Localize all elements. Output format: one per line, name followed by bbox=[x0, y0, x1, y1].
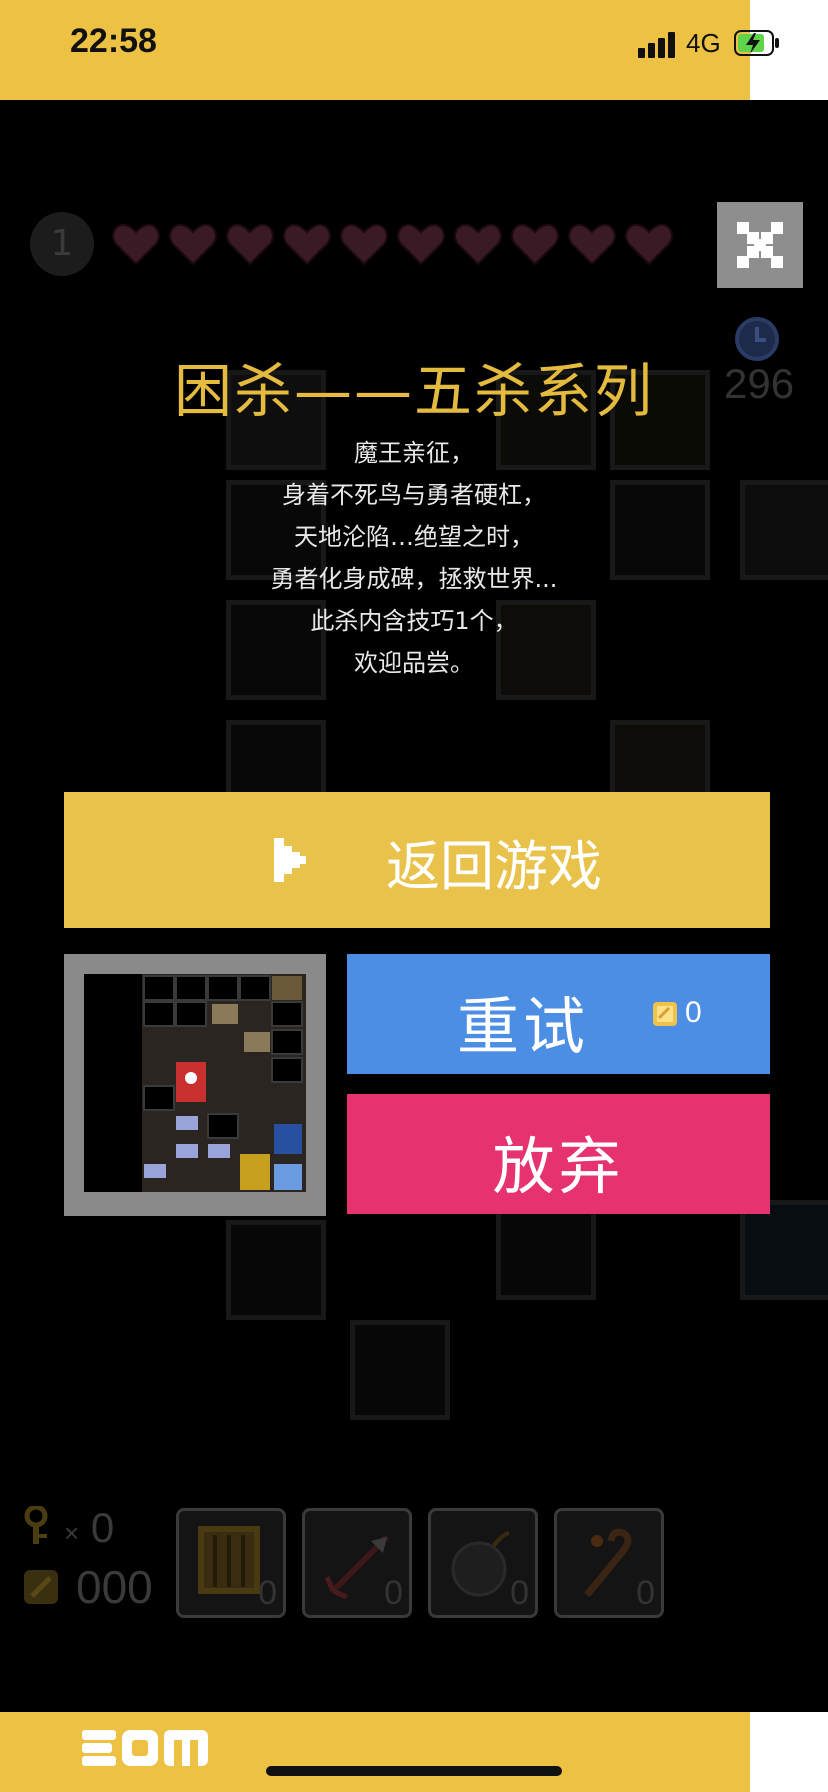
heart-icon bbox=[340, 223, 388, 266]
description-line: 欢迎品尝。 bbox=[354, 649, 474, 677]
description-line: 天地沦陷…绝望之时， bbox=[294, 523, 534, 551]
retry-label: 重试 bbox=[457, 990, 590, 1063]
dialog-description: 魔王亲征， 身着不死鸟与勇者硬杠， 天地沦陷…绝望之时， 勇者化身成碑，拯救世界… bbox=[0, 432, 828, 684]
description-line: 此杀内含技巧1个， bbox=[310, 607, 518, 635]
item-count: 0 bbox=[384, 1574, 403, 1612]
status-time: 22:58 bbox=[70, 22, 157, 60]
item-count: 0 bbox=[636, 1574, 655, 1612]
inventory-slot-arrow[interactable]: 0 bbox=[302, 1508, 412, 1618]
return-game-button[interactable]: 返回游戏 bbox=[64, 792, 770, 928]
retry-button[interactable]: 重试 0 bbox=[347, 954, 770, 1074]
hearts-bar bbox=[112, 220, 673, 270]
minimap-view bbox=[84, 974, 306, 1192]
heart-icon bbox=[283, 223, 331, 266]
description-line: 勇者化身成碑，拯救世界... bbox=[270, 565, 558, 593]
heart-icon bbox=[625, 223, 673, 266]
heart-icon bbox=[568, 223, 616, 266]
heart-icon bbox=[397, 223, 445, 266]
heart-icon bbox=[112, 223, 160, 266]
bottom-bar-edge bbox=[750, 1712, 828, 1792]
description-line: 身着不死鸟与勇者硬杠， bbox=[282, 481, 546, 509]
coin-icon bbox=[653, 1002, 677, 1026]
heart-icon bbox=[226, 223, 274, 266]
inventory-slot-crate[interactable]: 0 bbox=[176, 1508, 286, 1618]
close-icon bbox=[737, 222, 783, 268]
dialog-title: 困杀——五杀系列 bbox=[173, 357, 654, 425]
signal-icon bbox=[638, 30, 678, 58]
network-type: 4G bbox=[686, 28, 721, 58]
item-count: 0 bbox=[510, 1574, 529, 1612]
description-line: 魔王亲征， bbox=[354, 439, 474, 467]
retry-cost: 0 bbox=[685, 996, 702, 1029]
give-up-button[interactable]: 放弃 bbox=[347, 1094, 770, 1214]
gold-count: 000 bbox=[76, 1561, 153, 1613]
minimap bbox=[64, 954, 326, 1216]
heart-icon bbox=[454, 223, 502, 266]
app-logo bbox=[82, 1730, 208, 1766]
inventory-slot-staff[interactable]: 0 bbox=[554, 1508, 664, 1618]
heart-icon bbox=[169, 223, 217, 266]
key-icon bbox=[24, 1506, 48, 1544]
item-count: 0 bbox=[258, 1574, 277, 1612]
return-game-label: 返回游戏 bbox=[386, 835, 602, 898]
give-up-label: 放弃 bbox=[492, 1130, 625, 1203]
heart-icon bbox=[511, 223, 559, 266]
inventory-slot-bomb[interactable]: 0 bbox=[428, 1508, 538, 1618]
close-button[interactable] bbox=[717, 202, 803, 288]
key-count: × 0 bbox=[64, 1504, 114, 1552]
gold-icon bbox=[24, 1570, 58, 1604]
play-icon bbox=[274, 838, 306, 882]
key-count-value: 0 bbox=[90, 1504, 115, 1551]
home-indicator[interactable] bbox=[266, 1766, 562, 1776]
level-badge: 1 bbox=[30, 212, 94, 276]
key-times-sign: × bbox=[64, 1518, 80, 1548]
battery-icon bbox=[734, 30, 779, 56]
